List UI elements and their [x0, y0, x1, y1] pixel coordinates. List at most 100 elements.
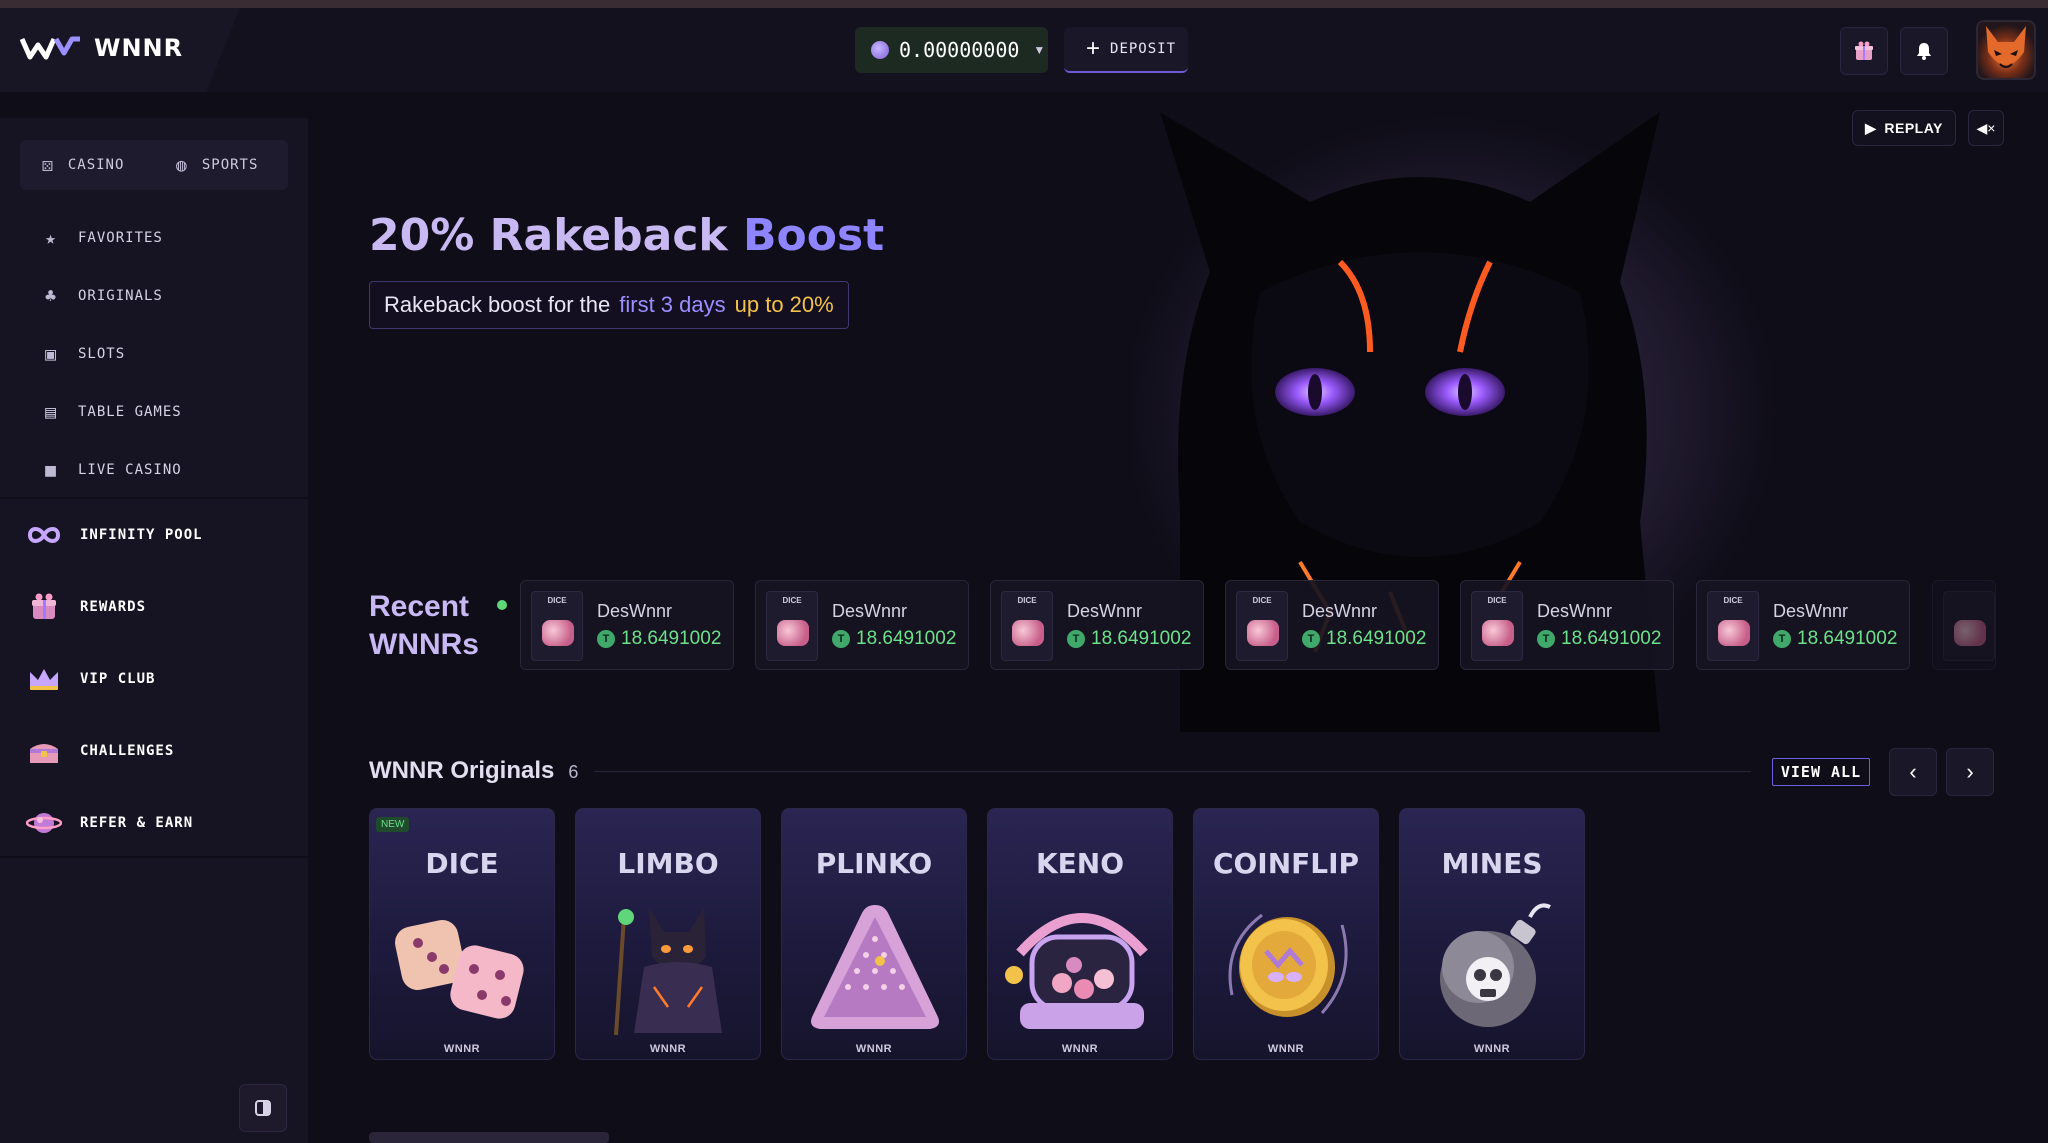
plinko-board-icon [811, 905, 939, 1029]
game-name: DICE [425, 847, 499, 880]
win-amount-value: 18.6491002 [856, 628, 957, 649]
coin-icon: T [1302, 630, 1320, 648]
game-name: MINES [1441, 847, 1543, 880]
game-thumbnail: DICE [1001, 591, 1053, 661]
game-card-dice[interactable]: NEW DICE WNNR [369, 808, 555, 1060]
dice-icon [777, 620, 809, 646]
treasure-icon [24, 731, 64, 771]
game-brand: WNNR [1061, 1043, 1099, 1055]
collapse-sidebar-button[interactable] [239, 1084, 287, 1132]
notifications-button[interactable] [1900, 27, 1948, 75]
winner-name: DesWnnr [1773, 601, 1849, 621]
fox-avatar-icon [1986, 26, 2026, 68]
keno-machine-icon [1005, 913, 1148, 1029]
top-accent-strip [0, 0, 2048, 8]
sidebar-item-label: REWARDS [80, 599, 147, 615]
game-card-plinko[interactable]: PLINKO WNNR [781, 808, 967, 1060]
user-avatar[interactable] [1976, 20, 2036, 80]
sidebar-item-live-casino[interactable]: ■ LIVE CASINO [20, 445, 288, 495]
win-amount: T 18.6491002 [1773, 628, 1897, 650]
coin-icon: T [1773, 630, 1791, 648]
sidebar: ⚄ CASINO ◍ SPORTS ★ FAVORITES ♣ ORIGINAL… [0, 118, 308, 1143]
win-amount: T 18.6491002 [1067, 628, 1191, 650]
sidebar-item-label: CHALLENGES [80, 743, 175, 759]
balance-amount: 0.00000000 [899, 38, 1020, 62]
win-amount-value: 18.6491002 [1561, 628, 1662, 649]
winner-name: DesWnnr [832, 601, 908, 621]
toggle-sports[interactable]: ◍ SPORTS [154, 140, 288, 190]
game-name: KENO [1035, 847, 1125, 880]
hero-title-accent: Boost [743, 210, 885, 261]
gift-button[interactable] [1840, 27, 1888, 75]
play-icon: ▶ [1865, 119, 1877, 136]
replay-button[interactable]: ▶ REPLAY [1852, 110, 1956, 146]
sidebar-item-label: SLOTS [78, 346, 126, 362]
recent-win-card[interactable]: DICE DesWnnr T 18.6491002 [520, 580, 734, 670]
dice-icon [1012, 620, 1044, 646]
game-thumbnail [1943, 591, 1995, 661]
game-thumbnail: DICE [1471, 591, 1523, 661]
game-thumbnail: DICE [1707, 591, 1759, 661]
replay-label: REPLAY [1884, 120, 1943, 136]
recent-win-card[interactable]: DICE DesWnnr T 18.6491002 [1696, 580, 1910, 670]
carousel-next-button[interactable]: › [1946, 748, 1994, 796]
hero-subtitle-text: Rakeback boost for the [384, 292, 611, 317]
mute-button[interactable]: ◀× [1968, 110, 2004, 146]
logo-text: WNNR [94, 34, 184, 62]
gold-coin-icon [1228, 913, 1348, 1017]
toggle-casino[interactable]: ⚄ CASINO [20, 140, 154, 190]
sidebar-item-table-games[interactable]: ▤ TABLE GAMES [20, 387, 288, 437]
dice-icon [395, 920, 524, 1019]
game-card-coinflip[interactable]: COINFLIP WNNR [1193, 808, 1379, 1060]
sidebar-item-rewards[interactable]: REWARDS [20, 580, 288, 634]
originals-section-title: WNNR Originals 6 [369, 757, 578, 785]
gift-icon [24, 587, 64, 627]
recent-win-card[interactable]: DICE DesWnnr T 18.6491002 [755, 580, 969, 670]
basketball-icon: ◍ [176, 154, 188, 176]
plus-icon: + [1086, 35, 1101, 62]
carousel-prev-button[interactable]: ‹ [1889, 748, 1937, 796]
recent-win-card[interactable]: DICE DesWnnr T 18.6491002 [1225, 580, 1439, 670]
toggle-label: SPORTS [201, 157, 259, 173]
sidebar-item-infinity-pool[interactable]: INFINITY POOL [20, 508, 288, 562]
game-tag: DICE [1487, 596, 1507, 605]
sidebar-item-slots[interactable]: ▣ SLOTS [20, 329, 288, 379]
toggle-label: CASINO [67, 157, 125, 173]
infinity-icon [24, 515, 64, 555]
game-brand: WNNR [855, 1043, 893, 1055]
logo[interactable]: WNNR [20, 34, 183, 62]
slot-machine-icon: ▣ [45, 343, 57, 365]
game-card-limbo[interactable]: LIMBO WNNR [575, 808, 761, 1060]
view-all-button[interactable]: VIEW ALL [1772, 758, 1870, 786]
wallet-balance-selector[interactable]: 0.00000000 ▼ [855, 27, 1048, 73]
sidebar-item-favorites[interactable]: ★ FAVORITES [20, 213, 288, 263]
recent-title-line1: Recent [369, 590, 470, 623]
bomb-icon [1440, 903, 1551, 1027]
game-card-keno[interactable]: KENO WNNR [987, 808, 1173, 1060]
recent-win-card-partial[interactable] [1932, 580, 1996, 670]
recent-wnnrs-title: Recent WNNRs [369, 588, 479, 664]
crown-icon [24, 659, 64, 699]
sidebar-item-refer-earn[interactable]: REFER & EARN [20, 796, 288, 850]
new-badge: NEW [376, 817, 410, 832]
recent-win-card[interactable]: DICE DesWnnr T 18.6491002 [1460, 580, 1674, 670]
sidebar-item-challenges[interactable]: CHALLENGES [20, 724, 288, 778]
coin-icon: T [597, 630, 615, 648]
sidebar-item-vip-club[interactable]: VIP CLUB [20, 652, 288, 706]
coin-icon: T [832, 630, 850, 648]
sidebar-item-label: TABLE GAMES [78, 404, 182, 420]
game-tag: DICE [1252, 596, 1272, 605]
game-brand: WNNR [1473, 1043, 1511, 1055]
game-card-mines[interactable]: MINES WNNR [1399, 808, 1585, 1060]
recent-win-card[interactable]: DICE DesWnnr T 18.6491002 [990, 580, 1204, 670]
deposit-button[interactable]: + DEPOSIT [1064, 27, 1188, 73]
coin-icon: T [1537, 630, 1555, 648]
game-name: PLINKO [815, 847, 933, 880]
sidebar-item-originals[interactable]: ♣ ORIGINALS [20, 271, 288, 321]
wnnr-logo-icon [20, 36, 80, 60]
cards-icon: ▤ [45, 401, 57, 423]
originals-count: 6 [568, 762, 579, 782]
sidebar-item-label: REFER & EARN [80, 815, 194, 831]
speaker-muted-icon: ◀× [1976, 119, 1996, 136]
sidebar-divider [0, 497, 308, 499]
